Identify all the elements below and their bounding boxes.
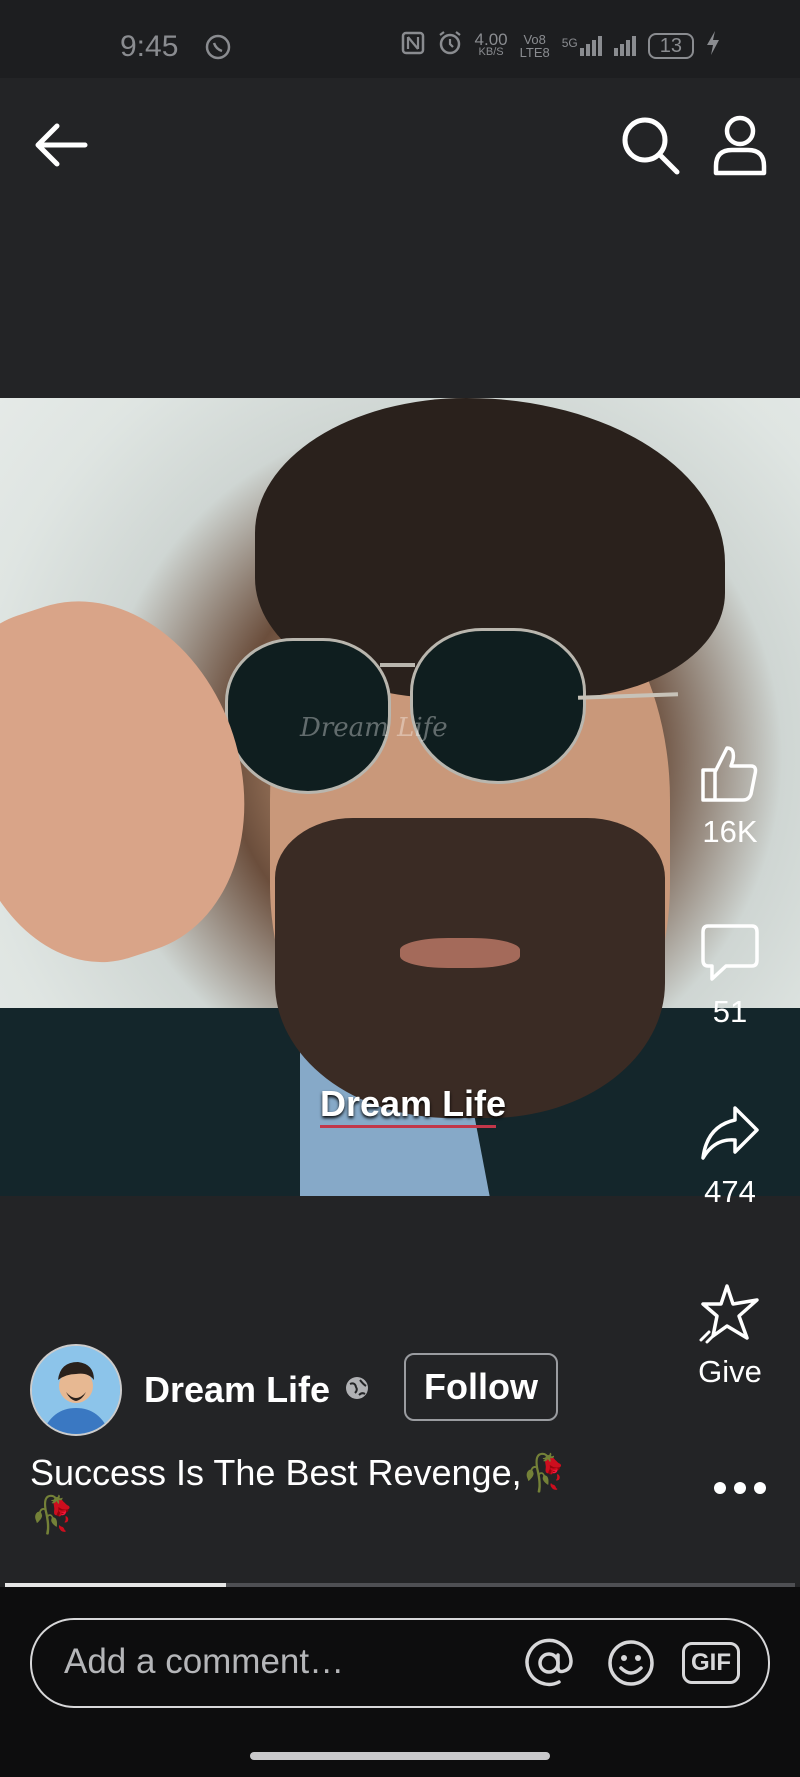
alarm-icon bbox=[437, 30, 463, 62]
follow-button[interactable]: Follow bbox=[404, 1353, 558, 1421]
nfc-icon bbox=[401, 31, 425, 61]
mention-button[interactable] bbox=[522, 1636, 576, 1690]
video-beard bbox=[275, 818, 665, 1118]
comment-button[interactable]: 51 bbox=[690, 922, 770, 1030]
post-description: Success Is The Best Revenge,🥀🥀 bbox=[30, 1452, 567, 1535]
more-dots-icon bbox=[714, 1482, 766, 1494]
status-time: 9:45 bbox=[120, 30, 179, 63]
profile-button[interactable] bbox=[705, 110, 775, 180]
whatsapp-icon bbox=[205, 34, 231, 68]
status-icons: 4.00 KB/S Vo8 LTE8 5G 13 bbox=[401, 30, 720, 62]
charging-icon bbox=[706, 31, 720, 61]
give-star-button[interactable]: Give bbox=[690, 1282, 770, 1390]
signal-icon bbox=[613, 36, 636, 56]
video-watermark: Dream Life bbox=[300, 713, 448, 743]
comment-input[interactable]: Add a comment… GIF bbox=[30, 1618, 770, 1708]
smiley-icon bbox=[608, 1640, 654, 1686]
give-label: Give bbox=[698, 1354, 762, 1389]
net-speed-value: 4.00 bbox=[474, 30, 508, 49]
volte-bottom: LTE8 bbox=[519, 45, 550, 60]
share-arrow-icon bbox=[701, 1106, 759, 1160]
avatar-illustration bbox=[32, 1346, 120, 1434]
search-button[interactable] bbox=[615, 110, 685, 180]
net-speed: 4.00 KB/S bbox=[474, 30, 508, 59]
battery-indicator: 13 bbox=[647, 33, 694, 59]
arrow-left-icon bbox=[35, 123, 88, 167]
net-speed-unit: KB/S bbox=[478, 46, 504, 58]
gif-icon: GIF bbox=[682, 1642, 740, 1684]
video-player[interactable]: Dream Life Dream Life bbox=[0, 398, 800, 1196]
thumbs-up-icon bbox=[701, 746, 758, 802]
person-icon bbox=[713, 115, 767, 176]
gif-button[interactable]: GIF bbox=[682, 1636, 740, 1690]
speech-bubble-icon bbox=[701, 924, 759, 981]
search-icon bbox=[622, 117, 680, 175]
star-icon bbox=[699, 1284, 759, 1344]
author-row: Dream Life bbox=[30, 1344, 370, 1436]
sunglasses-bridge bbox=[380, 663, 415, 667]
like-count: 16K bbox=[702, 814, 758, 849]
sunglasses-right-lens bbox=[410, 628, 586, 784]
globe-icon bbox=[344, 1375, 370, 1406]
signal-icon-5g: 5G bbox=[562, 36, 602, 56]
comment-placeholder: Add a comment… bbox=[64, 1642, 345, 1681]
status-bar: 9:45 4.00 KB/S Vo8 LTE8 5G 13 bbox=[0, 0, 800, 78]
like-button[interactable]: 16K bbox=[690, 742, 770, 850]
back-button[interactable] bbox=[25, 110, 95, 180]
share-button[interactable]: 474 bbox=[690, 1102, 770, 1210]
comment-count: 51 bbox=[712, 994, 748, 1029]
author-avatar[interactable] bbox=[30, 1344, 122, 1436]
home-indicator[interactable] bbox=[250, 1752, 550, 1760]
video-caption: Dream Life bbox=[320, 1083, 507, 1124]
video-hand bbox=[0, 563, 289, 993]
share-count: 474 bbox=[704, 1174, 756, 1209]
author-name[interactable]: Dream Life bbox=[144, 1369, 330, 1411]
at-sign-icon bbox=[525, 1638, 573, 1687]
more-options-button[interactable] bbox=[700, 1480, 780, 1496]
video-mouth bbox=[400, 938, 520, 968]
emoji-button[interactable] bbox=[604, 1636, 658, 1690]
caption-underline bbox=[320, 1125, 496, 1128]
volte-indicator: Vo8 LTE8 bbox=[520, 33, 550, 59]
network-type: 5G bbox=[561, 36, 578, 50]
